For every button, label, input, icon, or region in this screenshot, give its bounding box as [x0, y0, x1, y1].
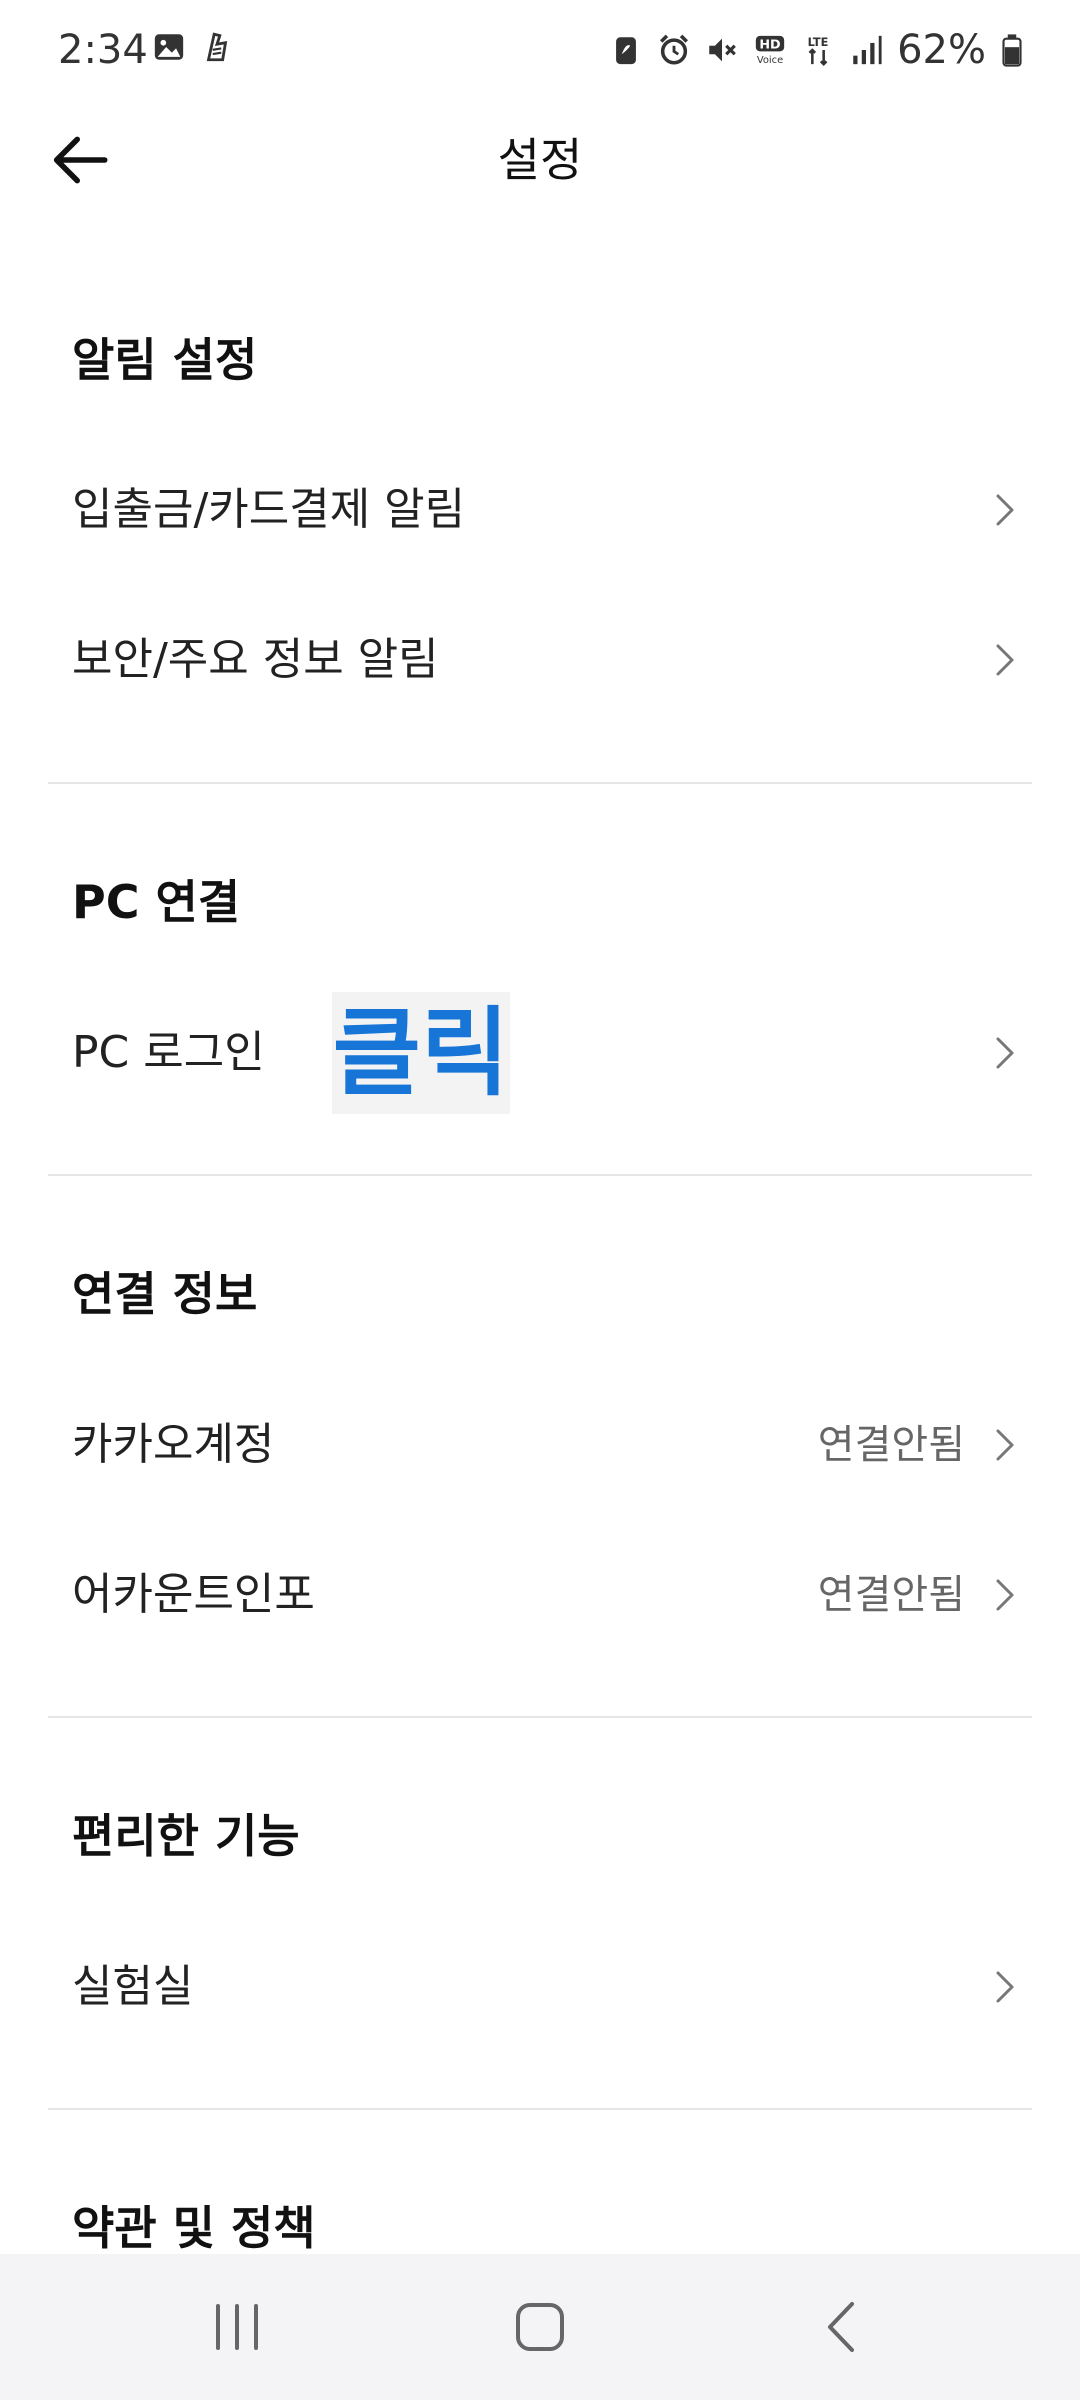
- settings-screen: 2:34 HD Voice LTE 62% 설정 알림 설정 입출금/카드결제 …: [0, 0, 1080, 2400]
- settings-item-pc-login[interactable]: PC 로그인: [0, 988, 1080, 1118]
- chevron-right-icon: [984, 640, 1024, 680]
- recent-apps-button[interactable]: [200, 2290, 274, 2364]
- lte-icon: LTE: [801, 33, 835, 67]
- section-title-pc: PC 연결: [72, 875, 241, 929]
- status-right-icons: HD Voice LTE 62%: [609, 22, 1024, 78]
- hd-voice-icon: HD Voice: [753, 33, 787, 67]
- gallery-icon: [152, 30, 186, 64]
- battery-saver-icon: [609, 33, 643, 67]
- alarm-icon: [657, 33, 691, 67]
- settings-item-security-alarm[interactable]: 보안/주요 정보 알림: [0, 595, 1080, 725]
- settings-item-label: 어카운트인포: [72, 1569, 315, 1620]
- section-title-connection: 연결 정보: [72, 1267, 258, 1321]
- battery-percent: 62%: [897, 27, 986, 73]
- status-bar: 2:34 HD Voice LTE 62%: [0, 0, 1080, 100]
- svg-text:LTE: LTE: [808, 35, 829, 49]
- section-title-terms: 약관 및 정책: [72, 2201, 316, 2255]
- system-navigation-bar: [0, 2254, 1080, 2400]
- battery-icon: [1000, 33, 1024, 67]
- back-nav-button[interactable]: [806, 2290, 880, 2364]
- app-bar: 설정: [0, 100, 1080, 220]
- settings-item-label: PC 로그인: [72, 1027, 265, 1078]
- svg-text:Voice: Voice: [757, 55, 783, 66]
- signal-icon: [849, 33, 883, 67]
- status-left-icons: [152, 30, 234, 64]
- section-title-alarm: 알림 설정: [72, 333, 258, 387]
- settings-item-label: 보안/주요 정보 알림: [72, 634, 439, 685]
- app-notification-icon: [200, 30, 234, 64]
- page-title: 설정: [497, 133, 583, 187]
- section-divider: [48, 1716, 1032, 1718]
- back-nav-icon: [828, 2302, 854, 2352]
- settings-item-label: 실험실: [72, 1961, 194, 2012]
- settings-item-label: 입출금/카드결제 알림: [72, 484, 466, 535]
- chevron-right-icon: [984, 1033, 1024, 1073]
- recent-apps-icon: [216, 2304, 258, 2350]
- settings-item-kakao-account[interactable]: 카카오계정 연결안됨: [0, 1380, 1080, 1510]
- section-divider: [48, 782, 1032, 784]
- section-title-convenience: 편리한 기능: [72, 1809, 300, 1863]
- chevron-right-icon: [984, 1967, 1024, 2007]
- connection-status: 연결안됨: [817, 1572, 965, 1618]
- settings-item-account-info[interactable]: 어카운트인포 연결안됨: [0, 1530, 1080, 1660]
- status-time: 2:34: [58, 27, 148, 73]
- home-icon: [516, 2303, 564, 2351]
- connection-status: 연결안됨: [817, 1422, 965, 1468]
- section-divider: [48, 1174, 1032, 1176]
- section-divider: [48, 2108, 1032, 2110]
- chevron-right-icon: [984, 1575, 1024, 1615]
- settings-item-label: 카카오계정: [72, 1419, 275, 1470]
- settings-item-transaction-alarm[interactable]: 입출금/카드결제 알림: [0, 445, 1080, 575]
- home-button[interactable]: [503, 2290, 577, 2364]
- settings-item-lab[interactable]: 실험실: [0, 1922, 1080, 2052]
- chevron-right-icon: [984, 1425, 1024, 1465]
- chevron-right-icon: [984, 490, 1024, 530]
- mute-icon: [705, 33, 739, 67]
- svg-text:HD: HD: [759, 38, 780, 53]
- click-annotation: 클릭: [332, 992, 510, 1114]
